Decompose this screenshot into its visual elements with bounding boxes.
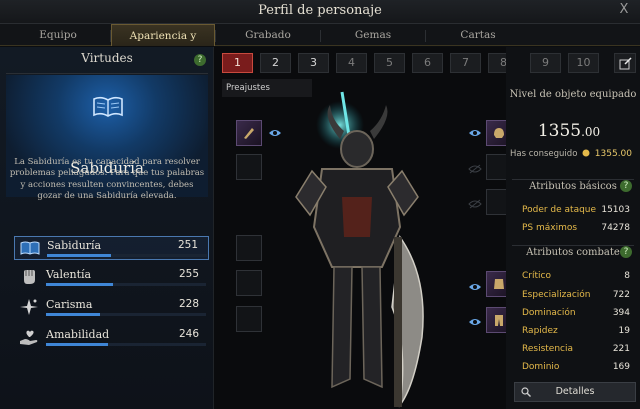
attr-poder-de-ataque: Poder de ataque 15103	[522, 205, 630, 215]
magnifier-icon	[521, 387, 531, 397]
virtue-row-carisma[interactable]: Carisma 228	[14, 296, 209, 320]
tab-cartas[interactable]: Cartas	[426, 24, 530, 46]
preset-button-2[interactable]: 2	[260, 53, 291, 73]
preset-button-5[interactable]: 5	[374, 53, 405, 73]
preset-button-1[interactable]: 1	[222, 53, 253, 73]
fist-icon	[24, 270, 35, 284]
weapon-icon	[244, 128, 254, 139]
virtue-value: 228	[178, 298, 199, 310]
virtue-label: Valentía	[46, 268, 92, 281]
character-model	[295, 91, 424, 408]
attr-resistencia: Resistencia 221	[522, 344, 630, 354]
attr-dominio: Dominio 169	[522, 362, 630, 372]
tab-gemas[interactable]: Gemas	[321, 24, 425, 46]
preset-button-9[interactable]: 9	[530, 53, 561, 73]
attr-critico: Crítico 8	[522, 271, 630, 281]
preset-button-10[interactable]: 10	[568, 53, 599, 73]
leggings-icon	[495, 315, 503, 326]
virtue-value: 255	[178, 268, 199, 280]
eye-visible-icon[interactable]	[468, 282, 482, 292]
window-title: Perfil de personaje	[258, 3, 382, 18]
eye-hidden-icon[interactable]	[468, 164, 482, 174]
virtue-row-amabilidad[interactable]: Amabilidad 246	[14, 326, 209, 350]
virtues-header: Virtudes	[81, 51, 133, 65]
attr-especializacion: Especialización 722	[522, 290, 630, 300]
equipment-slot[interactable]	[236, 306, 262, 332]
character-view: 1 2 3 4 5 6 7 8 Preajustes	[214, 47, 519, 409]
tab-apariencia-y-virtudes[interactable]: Apariencia y virtudes	[111, 24, 215, 64]
virtues-help-icon[interactable]: ?	[194, 54, 206, 66]
equipment-slot[interactable]	[236, 270, 262, 296]
edit-preset-button[interactable]	[614, 53, 636, 73]
edit-icon	[619, 57, 632, 70]
preset-button-7[interactable]: 7	[450, 53, 481, 73]
equipment-slot[interactable]	[236, 120, 262, 146]
armor-icon	[494, 279, 504, 289]
sparkle-icon	[20, 299, 38, 315]
helmet-icon	[494, 128, 504, 138]
book-icon	[20, 241, 40, 255]
virtue-description: La Sabiduría es tu capacidad para resolv…	[9, 157, 205, 201]
preset-button-4[interactable]: 4	[336, 53, 367, 73]
title-bar: Perfil de personaje X	[0, 0, 640, 24]
tab-equipo[interactable]: Equipo	[6, 24, 110, 46]
equipment-slot[interactable]	[236, 235, 262, 261]
virtue-label: Sabiduría	[47, 239, 102, 252]
basic-help-icon[interactable]: ?	[620, 180, 632, 192]
preset-button-3[interactable]: 3	[298, 53, 329, 73]
item-level-value: 1355.00	[537, 121, 601, 141]
virtues-panel: Virtudes ? Sabiduría La Sabiduría es tu …	[0, 47, 214, 409]
details-button[interactable]: Detalles	[514, 382, 636, 402]
attr-rapidez: Rapidez 19	[522, 326, 630, 336]
virtue-label: Carisma	[46, 298, 93, 311]
virtue-row-valentia[interactable]: Valentía 255	[14, 266, 209, 290]
coin-icon	[582, 149, 590, 157]
close-button[interactable]: X	[616, 2, 632, 20]
stats-panel: 9 10 Nivel de objeto equipado 1355.00 Ha…	[506, 47, 640, 409]
tab-grabado[interactable]: Grabado	[216, 24, 320, 46]
virtue-value: 251	[177, 239, 198, 251]
virtue-row-sabiduria[interactable]: Sabiduría 251	[14, 236, 209, 260]
eye-visible-icon[interactable]	[468, 317, 482, 327]
virtue-label: Amabilidad	[46, 328, 110, 341]
attr-dominacion: Dominación 394	[522, 308, 630, 318]
attr-ps-maximos: PS máximos 74278	[522, 223, 630, 233]
preset-button-6[interactable]: 6	[412, 53, 443, 73]
item-level-achieved: Has conseguido 1355.00	[510, 149, 633, 159]
eye-hidden-icon[interactable]	[468, 199, 482, 209]
heart-hand-icon	[20, 330, 38, 345]
tab-bar: Equipo Apariencia y virtudes Grabado Gem…	[0, 24, 640, 64]
open-book-icon	[93, 96, 123, 117]
equipment-slot[interactable]	[236, 154, 262, 180]
item-level-title: Nivel de objeto equipado	[509, 89, 637, 100]
eye-visible-icon[interactable]	[268, 128, 282, 138]
combat-help-icon[interactable]: ?	[620, 246, 632, 258]
virtue-value: 246	[178, 328, 199, 340]
eye-visible-icon[interactable]	[468, 128, 482, 138]
